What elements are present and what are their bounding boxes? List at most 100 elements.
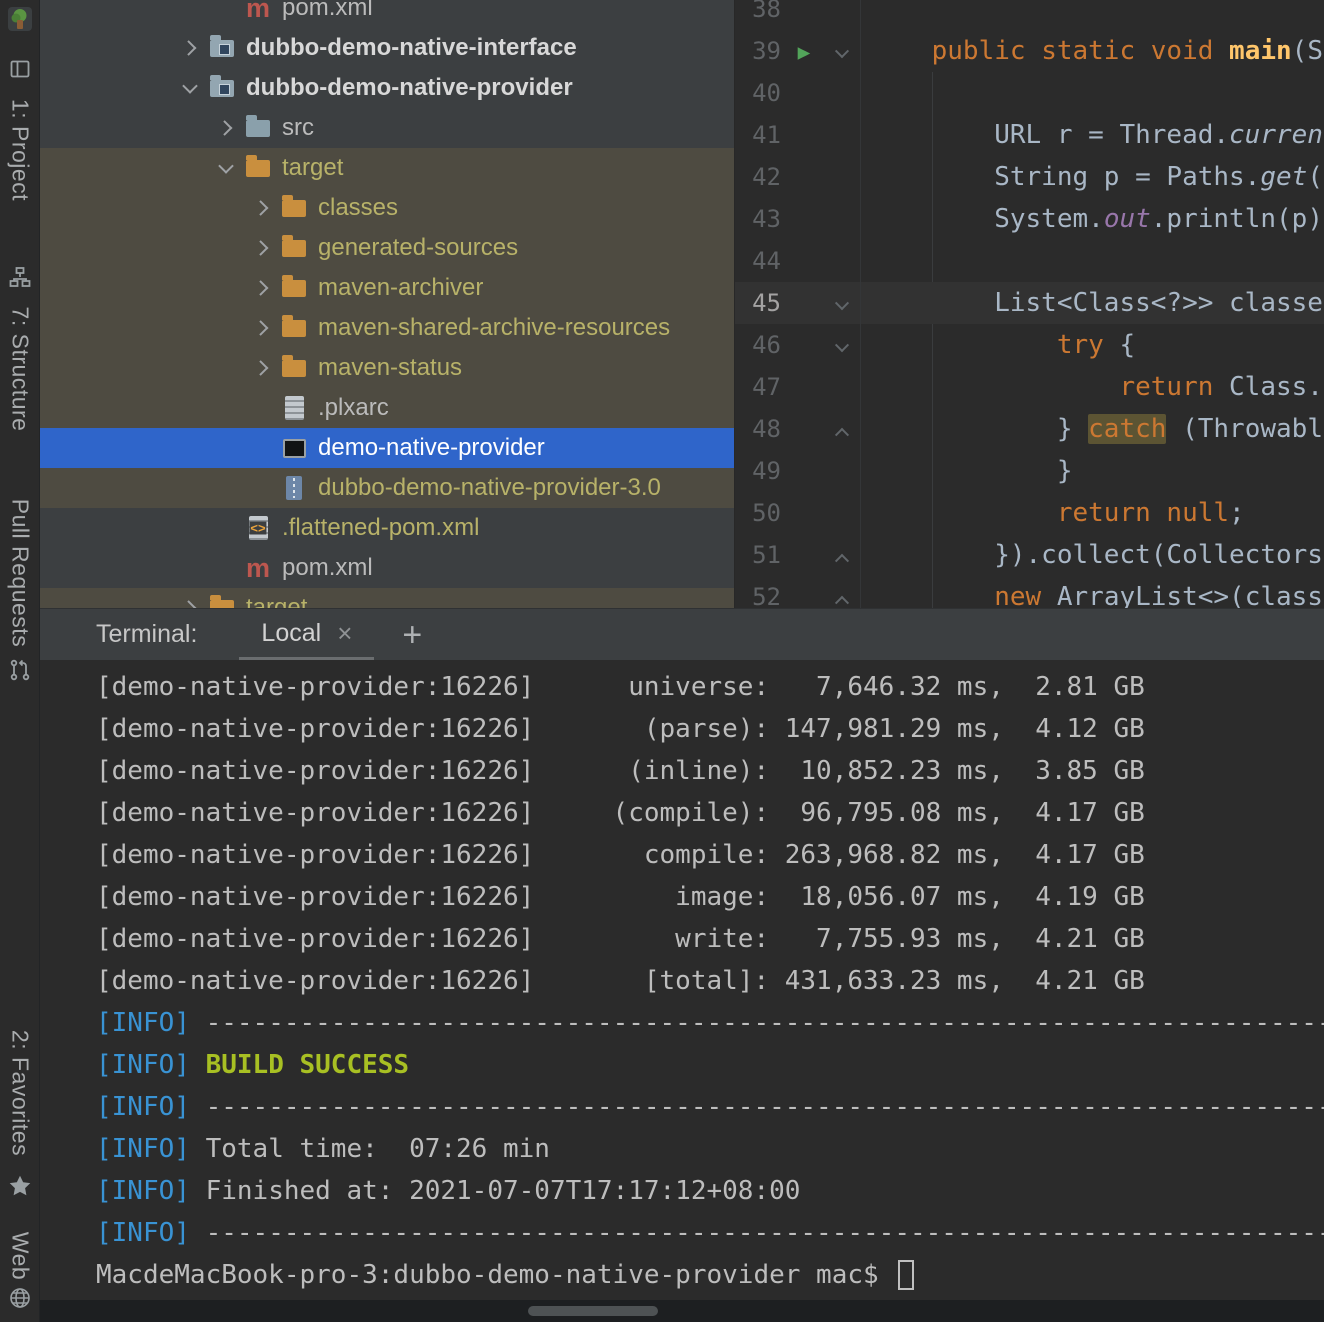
tree-item[interactable]: .plxarc [40,388,734,428]
chevron-right-icon[interactable] [244,268,280,308]
code-segment: (S [1292,36,1323,66]
code-segment: ArrayList<>(class [1041,582,1323,608]
horizontal-scrollbar[interactable] [40,1300,1324,1322]
code-segment: } [869,456,1073,486]
fold-expanded-icon[interactable] [835,338,849,352]
tree-item[interactable]: mpom.xml [40,0,734,28]
scrollbar-thumb[interactable] [528,1306,658,1316]
editor-gutter: 46 [735,324,861,366]
code-text[interactable]: } catch (Throwabl [861,414,1323,444]
code-text[interactable]: System.out.println(p) [861,204,1323,234]
chevron-right-icon[interactable] [208,108,244,148]
new-terminal-button[interactable]: + [402,618,422,652]
tree-item-label: demo-native-provider [318,434,545,462]
stripe-item-label: Web [6,1231,33,1279]
chevron-right-icon[interactable] [172,588,208,608]
terminal-text: [demo-native-provider:16226] compile: 26… [96,840,1145,870]
tree-item[interactable]: maven-status [40,348,734,388]
code-text[interactable]: List<Class<?>> classe [861,288,1323,318]
app-icon [7,6,33,37]
code-editor[interactable]: 3839▶ public static void main(S4041 URL … [735,0,1324,608]
stripe-item-pull-requests[interactable]: Pull Requests [0,491,40,686]
run-button-icon[interactable]: ▶ [798,40,811,64]
code-segment: (Throwabl [1166,414,1323,444]
code-text[interactable]: try { [861,330,1135,360]
chevron-right-icon[interactable] [172,28,208,68]
tree-item[interactable]: dubbo-demo-native-provider [40,68,734,108]
tree-item[interactable]: <>.flattened-pom.xml [40,508,734,548]
terminal-text: [demo-native-provider:16226] write: 7,75… [96,924,1145,954]
terminal-line: [demo-native-provider:16226] write: 7,75… [96,918,1324,960]
terminal-text: ----------------------------------------… [206,1008,1324,1038]
stripe-label-wrap: Web [0,1229,40,1282]
project-icon [8,57,32,81]
tree-item[interactable]: classes [40,188,734,228]
terminal-text: [INFO] [96,1008,206,1038]
code-segment: new [994,582,1041,608]
tree-item[interactable]: mpom.xml [40,548,734,588]
stripe-item-2-favorites[interactable]: 2: Favorites [0,1017,40,1203]
terminal-tab-label: Local [261,619,321,648]
tool-stripe-bottom: 2: Favorites Web [0,1017,40,1322]
stripe-label-wrap: 7: Structure [0,293,40,445]
tree-item[interactable]: demo-native-provider [40,428,734,468]
stripe-item-label: 7: Structure [6,307,33,432]
code-segment: } [869,414,1088,444]
tree-item[interactable]: target [40,148,734,188]
code-segment: curren [1229,120,1323,150]
chevron-right-icon[interactable] [244,348,280,388]
close-tab-icon[interactable]: × [337,618,352,649]
editor-gutter: 52 [735,576,861,608]
tree-item[interactable]: src [40,108,734,148]
stripe-item-web[interactable]: Web [0,1229,40,1314]
chevron-right-icon[interactable] [244,188,280,228]
code-text[interactable]: return null; [861,498,1245,528]
chevron-right-icon[interactable] [244,228,280,268]
code-segment: Class. [1213,372,1323,402]
chevron-right-icon[interactable] [244,308,280,348]
tree-item[interactable]: dubbo-demo-native-provider-3.0 [40,468,734,508]
code-segment [869,372,1119,402]
stripe-label-wrap: Pull Requests [0,491,40,654]
fold-column [827,582,857,608]
code-text[interactable]: }).collect(Collectors [861,540,1323,570]
code-text[interactable]: public static void main(S [861,36,1323,66]
tree-item[interactable]: maven-shared-archive-resources [40,308,734,348]
excluded-folder-icon [280,354,308,382]
fold-end-icon[interactable] [835,554,849,568]
fold-column [827,540,857,570]
tree-item[interactable]: dubbo-demo-native-interface [40,28,734,68]
stripe-item-1-project[interactable]: 1: Project [0,53,40,215]
fold-column [827,414,857,444]
code-segment: null [1166,498,1229,528]
terminal-text: [INFO] [96,1134,206,1164]
stripe-label-wrap: 2: Favorites [0,1017,40,1169]
chevron-down-icon[interactable] [172,68,208,108]
code-text[interactable]: new ArrayList<>(class [861,582,1323,608]
chevron-spacer [208,548,244,588]
code-text[interactable]: String p = Paths.get( [861,162,1323,192]
editor-line: 52 new ArrayList<>(class [735,576,1324,608]
fold-end-icon[interactable] [835,596,849,608]
tree-item[interactable]: generated-sources [40,228,734,268]
project-tree-panel[interactable]: mpom.xmldubbo-demo-native-interfacedubbo… [40,0,735,608]
fold-expanded-icon[interactable] [835,44,849,58]
line-number: 42 [735,163,781,191]
code-text[interactable]: return Class. [861,372,1323,402]
terminal-output[interactable]: [demo-native-provider:16226] universe: 7… [40,660,1324,1300]
code-text[interactable]: URL r = Thread.curren [861,120,1323,150]
globe-icon [8,1286,32,1310]
stripe-item-label: Pull Requests [6,498,33,646]
fold-expanded-icon[interactable] [835,296,849,310]
tree-item[interactable]: maven-archiver [40,268,734,308]
fold-end-icon[interactable] [835,428,849,442]
terminal-tab-local[interactable]: Local × [239,609,374,660]
excluded-folder-icon [280,194,308,222]
terminal-header: Terminal: Local × + [40,608,1324,660]
source-folder-icon [244,114,272,142]
chevron-down-icon[interactable] [208,148,244,188]
code-text[interactable]: } [861,456,1073,486]
stripe-item-7-structure[interactable]: 7: Structure [0,261,40,445]
tree-item[interactable]: target [40,588,734,608]
code-segment: }).collect(Collectors [869,540,1323,570]
